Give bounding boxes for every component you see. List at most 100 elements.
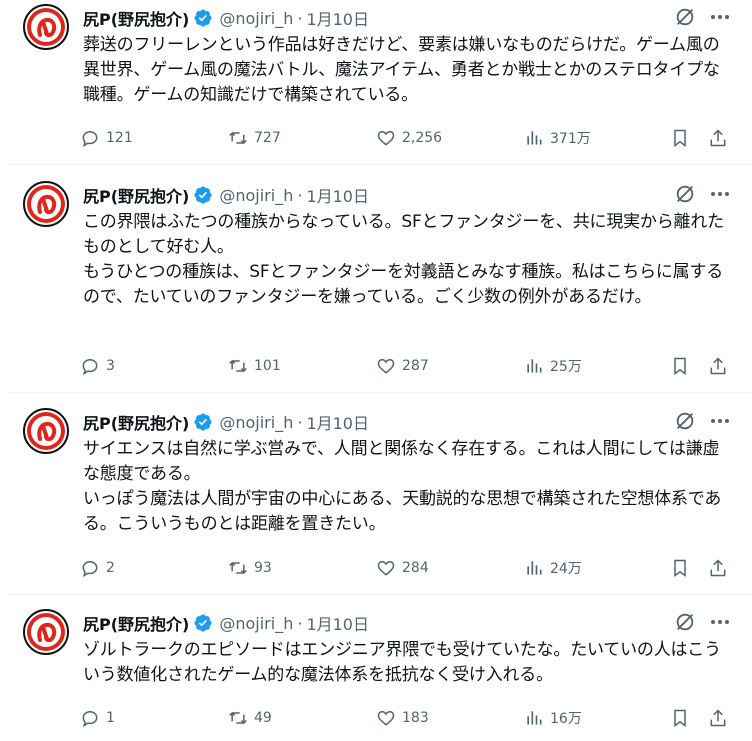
reply-button[interactable]: 2 — [80, 556, 115, 580]
display-name[interactable]: 尻P(野尻抱介) — [83, 183, 189, 207]
display-name[interactable]: 尻P(野尻抱介) — [83, 6, 189, 30]
bookmark-icon[interactable] — [670, 558, 690, 578]
like-count: 287 — [402, 358, 429, 374]
share-icon[interactable] — [708, 558, 728, 578]
tweet-actions: 121 727 2,256 371万 — [80, 126, 740, 150]
heart-icon — [377, 130, 395, 146]
like-count: 2,256 — [402, 130, 443, 146]
separator-dot: · — [297, 412, 303, 432]
handle[interactable]: @nojiri_h — [219, 413, 293, 432]
retweet-count: 727 — [254, 130, 281, 146]
bookmark-icon[interactable] — [670, 708, 690, 728]
reply-count: 121 — [106, 130, 133, 146]
like-count: 183 — [402, 710, 429, 726]
timestamp[interactable]: 1月10日 — [306, 183, 369, 207]
retweet-button[interactable]: 93 — [228, 556, 272, 580]
view-count: 371万 — [550, 131, 591, 147]
verified-badge-icon — [194, 186, 212, 204]
tweet-header: 尻P(野尻抱介) @nojiri_h · 1月10日 — [83, 410, 369, 434]
like-button[interactable]: 2,256 — [376, 126, 442, 150]
tweet[interactable]: 尻P(野尻抱介) @nojiri_h · 1月10日 この界隈はふたつの種族から… — [0, 179, 752, 394]
heart-icon — [377, 710, 395, 726]
share-icon[interactable] — [708, 356, 728, 376]
divider — [8, 594, 752, 595]
avatar[interactable] — [23, 181, 69, 227]
reply-icon — [82, 560, 98, 578]
separator-dot: · — [297, 185, 303, 205]
separator-dot: · — [297, 8, 303, 28]
timestamp[interactable]: 1月10日 — [306, 410, 369, 434]
heart-icon — [377, 358, 395, 374]
avatar-logo-icon — [27, 613, 65, 651]
tweet-header: 尻P(野尻抱介) @nojiri_h · 1月10日 — [83, 6, 369, 30]
like-count: 284 — [402, 560, 429, 576]
avatar-logo-icon — [27, 412, 65, 450]
view-count: 24万 — [550, 561, 582, 577]
views-button[interactable]: 24万 — [524, 556, 582, 580]
timestamp[interactable]: 1月10日 — [306, 6, 369, 30]
tweet-actions: 2 93 284 24万 — [80, 556, 740, 580]
views-icon — [527, 711, 542, 725]
like-button[interactable]: 287 — [376, 354, 429, 378]
reply-button[interactable]: 121 — [80, 126, 133, 150]
display-name[interactable]: 尻P(野尻抱介) — [83, 611, 189, 635]
views-button[interactable]: 25万 — [524, 354, 582, 378]
reply-icon — [82, 710, 98, 728]
share-icon[interactable] — [708, 128, 728, 148]
tweet[interactable]: 尻P(野尻抱介) @nojiri_h · 1月10日 サイエンスは自然に学ぶ営み… — [0, 406, 752, 596]
tweet-actions: 3 101 287 25万 — [80, 354, 740, 378]
like-button[interactable]: 183 — [376, 706, 429, 730]
tweet-actions: 1 49 183 16万 — [80, 706, 740, 730]
views-button[interactable]: 16万 — [524, 706, 582, 730]
tweet-text: この界隈はふたつの種族からなっている。SFとファンタジーを、共に現実から離れたも… — [83, 212, 724, 307]
verified-badge-icon — [194, 413, 212, 431]
handle[interactable]: @nojiri_h — [219, 614, 293, 633]
grok-icon[interactable] — [674, 410, 696, 432]
views-icon — [527, 131, 542, 145]
handle[interactable]: @nojiri_h — [219, 9, 293, 28]
reply-count: 3 — [106, 358, 115, 374]
retweet-icon — [229, 711, 247, 725]
separator-dot: · — [297, 613, 303, 633]
retweet-icon — [229, 131, 247, 145]
handle[interactable]: @nojiri_h — [219, 186, 293, 205]
timestamp[interactable]: 1月10日 — [306, 611, 369, 635]
more-options-icon[interactable] — [707, 410, 733, 432]
views-button[interactable]: 371万 — [524, 126, 591, 150]
share-icon[interactable] — [708, 708, 728, 728]
bookmark-icon[interactable] — [670, 128, 690, 148]
retweet-button[interactable]: 49 — [228, 706, 272, 730]
retweet-count: 49 — [254, 710, 272, 726]
reply-button[interactable]: 3 — [80, 354, 115, 378]
like-button[interactable]: 284 — [376, 556, 429, 580]
tweet-header: 尻P(野尻抱介) @nojiri_h · 1月10日 — [83, 611, 369, 635]
grok-icon[interactable] — [674, 183, 696, 205]
avatar-logo-icon — [27, 185, 65, 223]
avatar[interactable] — [23, 408, 69, 454]
verified-badge-icon — [194, 9, 212, 27]
avatar-logo-icon — [27, 8, 65, 46]
more-options-icon[interactable] — [707, 611, 733, 633]
tweet[interactable]: 尻P(野尻抱介) @nojiri_h · 1月10日 葬送のフリーレンという作品… — [0, 2, 752, 162]
tweet[interactable]: 尻P(野尻抱介) @nojiri_h · 1月10日 ゾルトラークのエピソードは… — [0, 607, 752, 741]
grok-icon[interactable] — [674, 611, 696, 633]
tweet-text: ゾルトラークのエピソードはエンジニア界隈でも受けていたな。たいていの人はこういう… — [83, 640, 721, 685]
tweet-text: 葬送のフリーレンという作品は好きだけど、要素は嫌いなものだらけだ。ゲーム風の異世… — [83, 35, 720, 105]
retweet-button[interactable]: 101 — [228, 354, 281, 378]
more-options-icon[interactable] — [707, 6, 733, 28]
bookmark-icon[interactable] — [670, 356, 690, 376]
divider — [8, 164, 752, 165]
grok-icon[interactable] — [674, 6, 696, 28]
more-options-icon[interactable] — [707, 183, 733, 205]
retweet-button[interactable]: 727 — [228, 126, 281, 150]
display-name[interactable]: 尻P(野尻抱介) — [83, 410, 189, 434]
reply-icon — [82, 130, 98, 148]
reply-count: 2 — [106, 560, 115, 576]
divider — [8, 392, 752, 393]
avatar[interactable] — [23, 609, 69, 655]
avatar[interactable] — [23, 4, 69, 50]
reply-button[interactable]: 1 — [80, 706, 115, 730]
reply-count: 1 — [106, 710, 115, 726]
views-icon — [527, 359, 542, 373]
reply-icon — [82, 358, 98, 376]
